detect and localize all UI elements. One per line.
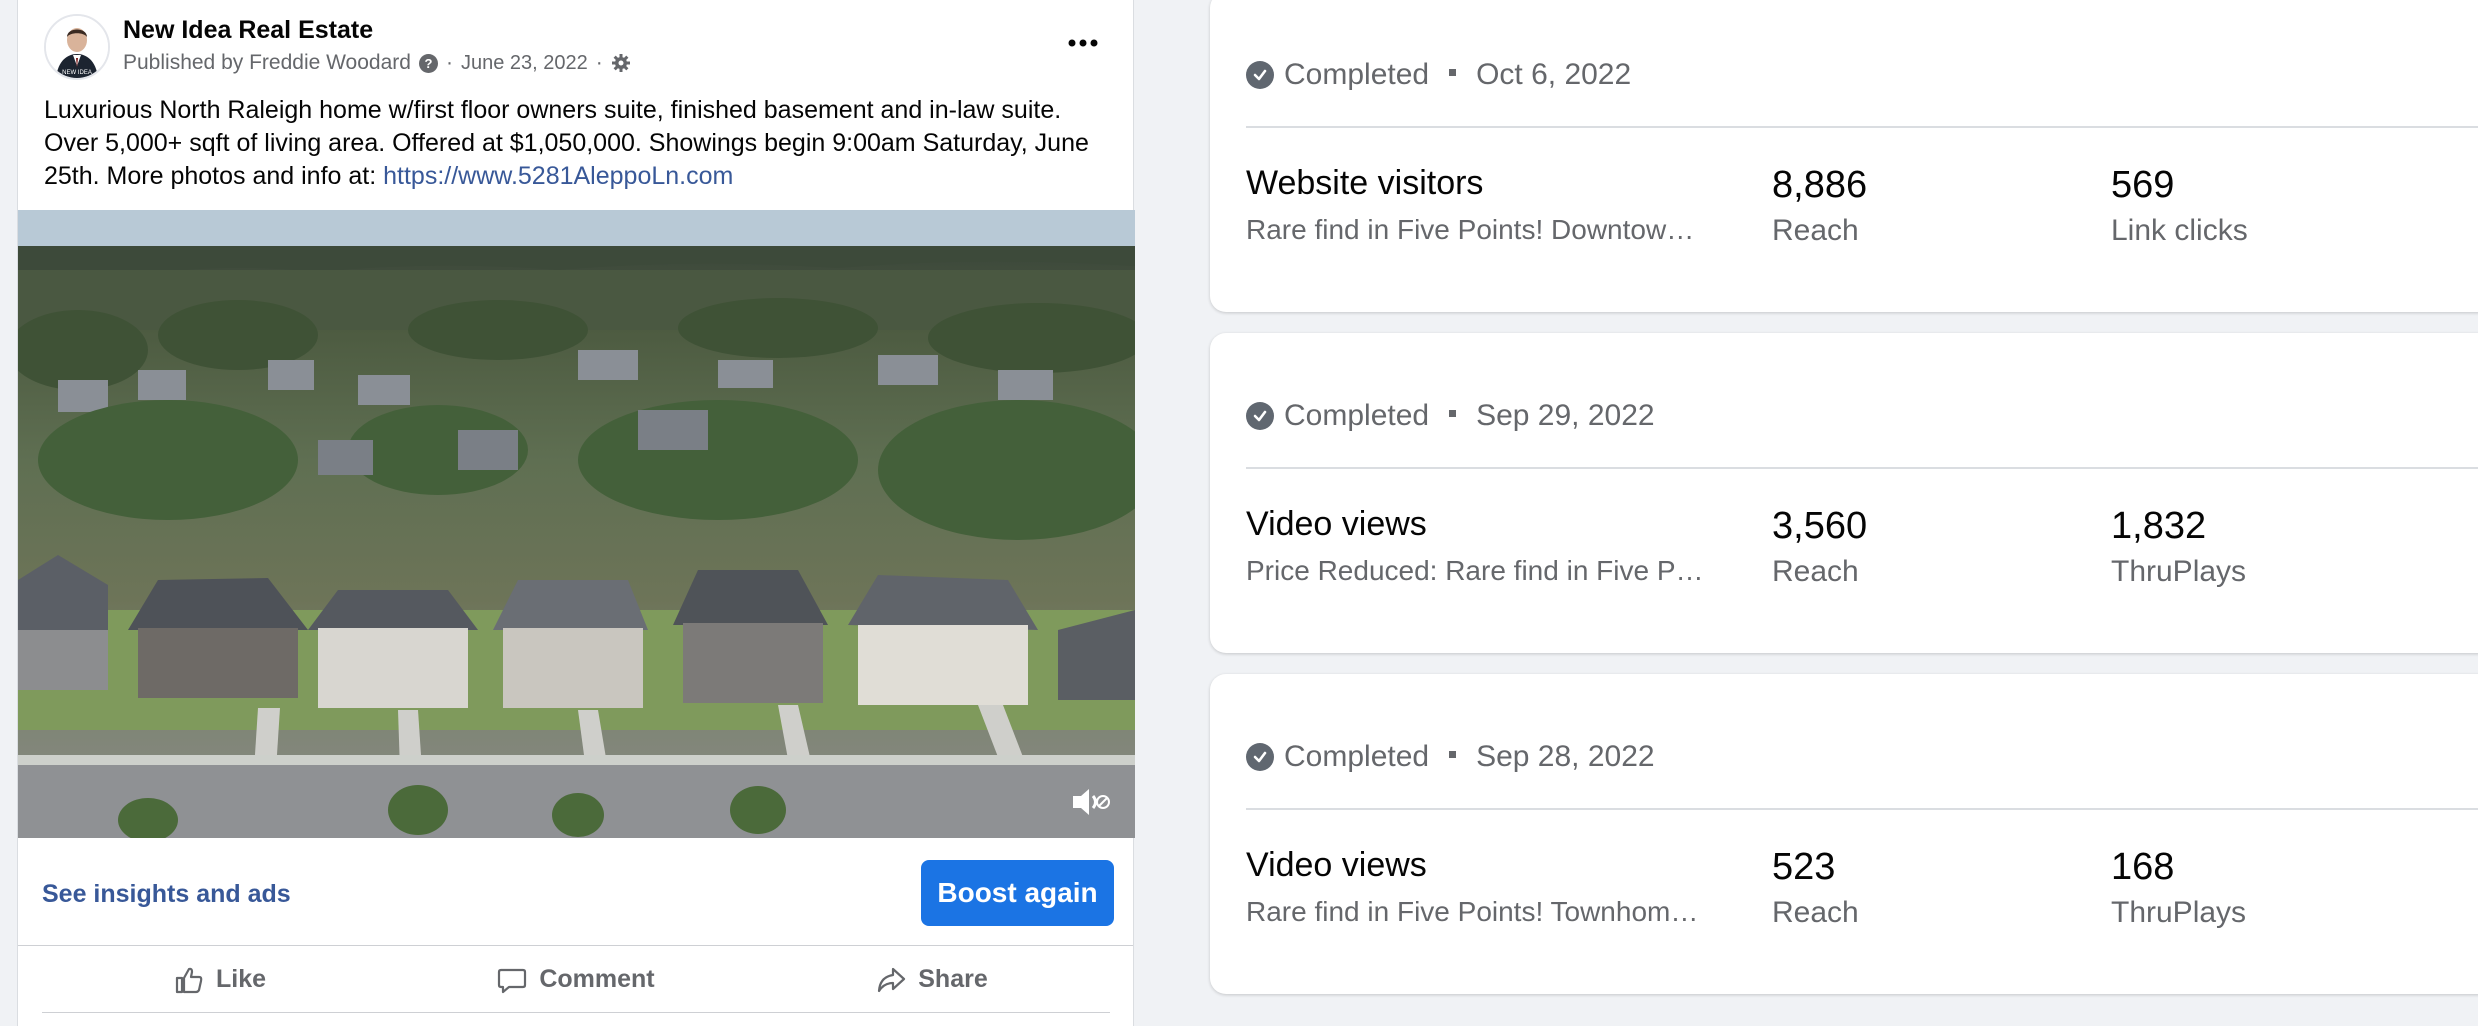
dot-separator [1449,68,1457,76]
result-label: Link clicks [2111,214,2248,247]
comment-button[interactable]: Comment [398,947,754,1012]
status-label: Completed [1284,58,1430,91]
result-value: 168 [2111,846,2175,888]
result-label: ThruPlays [2111,555,2247,588]
campaign-card[interactable]: Completed Oct 6, 2022 Website visitors R… [1210,0,2478,312]
help-icon[interactable]: ? [418,53,438,73]
campaign-date: Sep 28, 2022 [1476,740,1655,773]
reactions-row: Like Comment Share [42,947,1110,1013]
boost-again-button[interactable]: Boost again [921,860,1114,926]
thumbs-up-icon [175,967,203,993]
reach-value: 8,886 [1772,164,1868,206]
reach-label: Reach [1772,896,1859,929]
status-label: Completed [1284,740,1430,773]
post-date[interactable]: June 23, 2022 [461,52,588,75]
post-video[interactable] [18,210,1135,838]
ad-name: Price Reduced: Rare find in Five Po… [1246,555,1706,586]
ad-name: Rare find in Five Points! Downtown… [1246,214,1706,245]
avatar-logo-text: NEW IDEA [62,70,92,76]
aerial-neighborhood-image [18,210,1135,838]
card-divider [1246,808,2478,810]
ad-name: Rare find in Five Points! Townhome… [1246,896,1706,927]
page-name[interactable]: New Idea Real Estate [123,16,373,45]
share-label: Share [918,965,988,993]
post-body: Luxurious North Raleigh home w/first flo… [44,94,1119,193]
listing-link[interactable]: https://www.5281AleppoLn.com [383,162,733,190]
dot-separator [1449,409,1457,417]
campaign-objective: Video views [1246,505,1427,543]
like-button[interactable]: Like [42,947,398,1012]
post-meta: Published by Freddie Woodard ? · June 23… [123,51,631,75]
campaign-objective: Video views [1246,846,1427,884]
campaign-date: Oct 6, 2022 [1476,58,1632,91]
comment-bubble-icon [498,968,527,993]
result-label: ThruPlays [2111,896,2247,929]
see-insights-link[interactable]: See insights and ads [42,880,291,909]
check-circle-icon [1246,743,1274,771]
published-by[interactable]: Published by Freddie Woodard [123,51,411,75]
card-divider [1246,126,2478,128]
like-label: Like [215,965,267,993]
reach-value: 523 [1772,846,1836,888]
reach-label: Reach [1772,214,1859,247]
avatar-image: NEW IDEA [46,16,108,78]
reach-value: 3,560 [1772,505,1868,547]
campaign-status: Completed Sep 28, 2022 [1246,740,1655,774]
dot-separator [1449,750,1457,758]
status-label: Completed [1284,399,1430,432]
meta-separator: · [595,51,603,74]
meta-separator: · [445,51,453,74]
campaign-date: Sep 29, 2022 [1476,399,1655,432]
more-options-icon[interactable] [1063,26,1103,60]
campaign-objective: Website visitors [1246,164,1484,202]
campaign-status: Completed Sep 29, 2022 [1246,399,1655,433]
page-avatar[interactable]: NEW IDEA [44,14,110,80]
result-value: 1,832 [2111,505,2207,547]
campaign-card[interactable]: Completed Sep 29, 2022 Video views Price… [1210,333,2478,653]
campaign-status: Completed Oct 6, 2022 [1246,58,1631,92]
share-arrow-icon [878,967,906,992]
result-value: 569 [2111,164,2175,206]
share-button[interactable]: Share [754,947,1110,1012]
campaign-card[interactable]: Completed Sep 28, 2022 Video views Rare … [1210,674,2478,994]
post-card: NEW IDEA New Idea Real Estate Published … [17,0,1135,1026]
gear-icon[interactable] [611,53,631,73]
check-circle-icon [1246,61,1274,89]
card-divider [1246,467,2478,469]
post-actions-row: See insights and ads Boost again [18,838,1133,946]
reach-label: Reach [1772,555,1859,588]
check-circle-icon [1246,402,1274,430]
comment-label: Comment [539,965,655,993]
post-header: NEW IDEA New Idea Real Estate Published … [18,0,1133,88]
